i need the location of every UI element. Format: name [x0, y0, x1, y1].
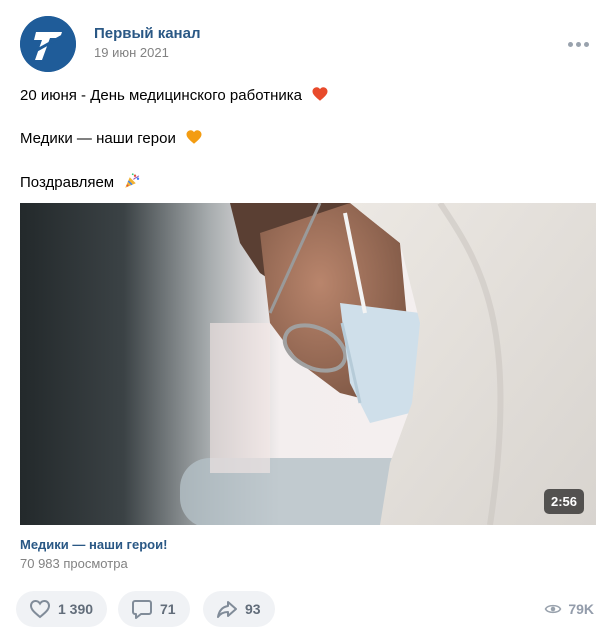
channel-avatar[interactable]: [20, 16, 76, 72]
orange-heart-icon: [186, 130, 202, 144]
video-views-count: 70 983 просмотра: [20, 556, 128, 571]
views-counter: 79K: [544, 600, 594, 618]
dot-icon: [584, 42, 589, 47]
post-text-line-2: Медики — наши герои: [20, 128, 203, 147]
dot-icon: [568, 42, 573, 47]
post-text: Поздравляем: [20, 174, 115, 191]
views-count: 79K: [568, 601, 594, 617]
post-text-line-1: 20 июня - День медицинского работника: [20, 85, 329, 104]
post-date[interactable]: 19 июн 2021: [94, 45, 169, 60]
post-text: Медики — наши герои: [20, 130, 176, 147]
author-name[interactable]: Первый канал: [94, 25, 201, 42]
dot-icon: [576, 42, 581, 47]
share-icon: [217, 601, 237, 618]
heart-icon: [29, 599, 51, 619]
share-count: 93: [245, 601, 261, 617]
like-count: 1 390: [58, 601, 94, 617]
share-button[interactable]: 93: [203, 591, 275, 627]
comment-icon: [132, 600, 152, 619]
post-text-line-3: Поздравляем: [20, 172, 141, 191]
eye-icon: [544, 604, 562, 614]
post-text: 20 июня - День медицинского работника: [20, 87, 302, 104]
post-card: Первый канал 19 июн 2021 20 июня - День …: [0, 0, 616, 640]
party-popper-icon: [125, 173, 140, 188]
comment-count: 71: [160, 601, 176, 617]
red-heart-icon: [312, 87, 328, 101]
video-duration: 2:56: [543, 489, 584, 514]
more-options-button[interactable]: [568, 34, 592, 47]
video-thumbnail: [20, 203, 596, 525]
comment-button[interactable]: 71: [118, 591, 190, 627]
video-player[interactable]: 2:56: [20, 203, 596, 525]
video-title-link[interactable]: Медики — наши герои!: [20, 537, 167, 552]
like-button[interactable]: 1 390: [16, 591, 108, 627]
channel-logo-icon: [20, 16, 76, 72]
